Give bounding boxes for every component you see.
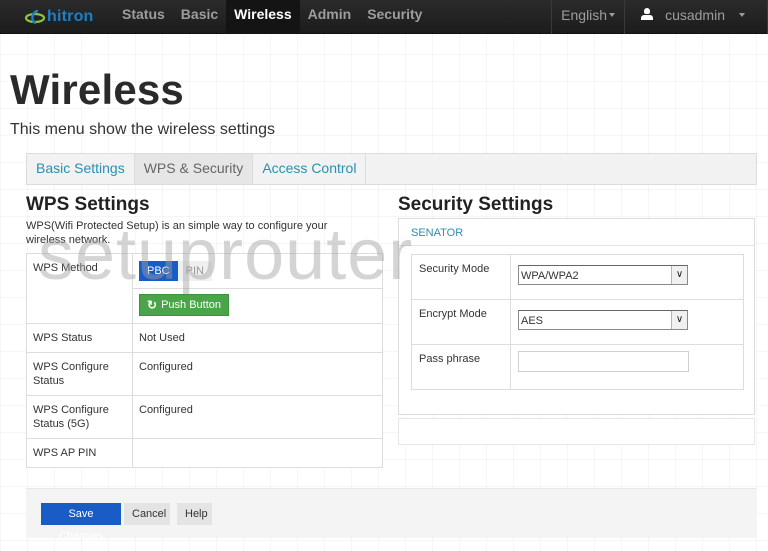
security-mode-label: Security Mode [411,254,511,300]
security-mode-cell: WPA/WPA2 ∨ [510,254,744,300]
passphrase-cell [510,344,744,390]
table-row: Security Mode WPA/WPA2 ∨ [411,254,744,300]
tab-basic-settings[interactable]: Basic Settings [27,154,135,184]
language-dropdown[interactable]: English [551,0,624,34]
top-navbar: hitron Status Basic Wireless Admin Secur… [0,0,768,34]
help-button[interactable]: Help [177,503,212,525]
wps-configure-status-value: Configured [132,352,383,396]
wps-status-label: WPS Status [26,323,133,353]
page-subtitle: This menu show the wireless settings [10,121,275,138]
push-button-label: Push Button [161,299,221,311]
push-button[interactable]: ↻ Push Button [139,294,229,316]
security-mode-value: WPA/WPA2 [521,270,579,282]
wps-configure-status-label: WPS Configure Status [26,352,133,396]
user-dropdown[interactable]: cusadmin [624,0,768,34]
caret-down-icon [739,13,745,17]
user-icon [641,8,654,20]
wps-configure-status-5g-label: WPS Configure Status (5G) [26,395,133,439]
wps-status-value: Not Used [132,323,383,353]
brand-name: hitron [47,8,94,25]
nav-status[interactable]: Status [114,0,173,34]
chevron-down-icon: ∨ [671,266,687,284]
brand-logo[interactable]: hitron [24,6,94,28]
nav-admin[interactable]: Admin [300,0,360,34]
wps-method-pbc[interactable]: PBC [139,261,178,281]
save-changes-button[interactable]: Save Changes [41,503,121,542]
tab-bar: Basic Settings WPS & Security Access Con… [26,153,757,185]
table-row: WPS AP PIN [26,438,383,468]
secondary-panel [398,418,755,445]
passphrase-input[interactable] [518,351,689,372]
encrypt-mode-label: Encrypt Mode [411,299,511,345]
wps-settings-heading: WPS Settings [26,194,150,215]
table-row: Encrypt Mode AES ∨ [411,299,744,345]
nav-basic[interactable]: Basic [173,0,226,34]
table-row: WPS Method PBC PIN [26,253,383,324]
wps-method-pin[interactable]: PIN [177,261,212,281]
encrypt-mode-cell: AES ∨ [510,299,744,345]
chevron-down-icon: ∨ [671,311,687,329]
ssid-label: SENATOR [411,227,464,239]
caret-down-icon [609,13,616,17]
language-label: English [561,6,608,23]
wps-table: WPS Method PBC PIN ↻ Push Button WPS Sta… [26,253,383,468]
security-table: Security Mode WPA/WPA2 ∨ Encrypt Mode AE… [411,254,744,390]
push-button-cell: ↻ Push Button [132,288,383,324]
encrypt-mode-select[interactable]: AES ∨ [518,310,688,330]
wps-ap-pin-value [132,438,383,468]
wps-method-cell: PBC PIN [132,253,383,289]
page-title: Wireless [10,66,184,113]
security-settings-heading: Security Settings [398,194,554,215]
table-row: WPS Configure Status (5G) Configured [26,395,383,439]
tab-wps-security[interactable]: WPS & Security [134,154,254,184]
nav-right: English cusadmin [551,0,768,34]
tab-access-control[interactable]: Access Control [253,154,367,184]
security-mode-select[interactable]: WPA/WPA2 ∨ [518,265,688,285]
table-row: WPS Status Not Used [26,323,383,353]
action-bar: Save Changes Cancel Help [26,488,756,542]
main-nav: Status Basic Wireless Admin Security [114,0,430,34]
wps-method-label: WPS Method [26,253,133,324]
security-panel: SENATOR Security Mode WPA/WPA2 ∨ Encrypt… [398,218,755,415]
passphrase-label: Pass phrase [411,344,511,390]
wps-method-toggle: PBC PIN [139,261,212,281]
encrypt-mode-value: AES [521,315,544,327]
wps-description: WPS(Wifi Protected Setup) is an simple w… [26,220,328,246]
refresh-icon: ↻ [147,298,158,312]
cancel-button[interactable]: Cancel [124,503,170,525]
table-row: WPS Configure Status Configured [26,352,383,396]
username-label: cusadmin [665,6,725,23]
divider [399,245,754,246]
wps-configure-status-5g-value: Configured [132,395,383,439]
nav-wireless[interactable]: Wireless [226,0,300,34]
hitron-logo-icon [24,9,46,25]
nav-security[interactable]: Security [359,0,430,34]
wps-ap-pin-label: WPS AP PIN [26,438,133,468]
table-row: Pass phrase [411,344,744,390]
